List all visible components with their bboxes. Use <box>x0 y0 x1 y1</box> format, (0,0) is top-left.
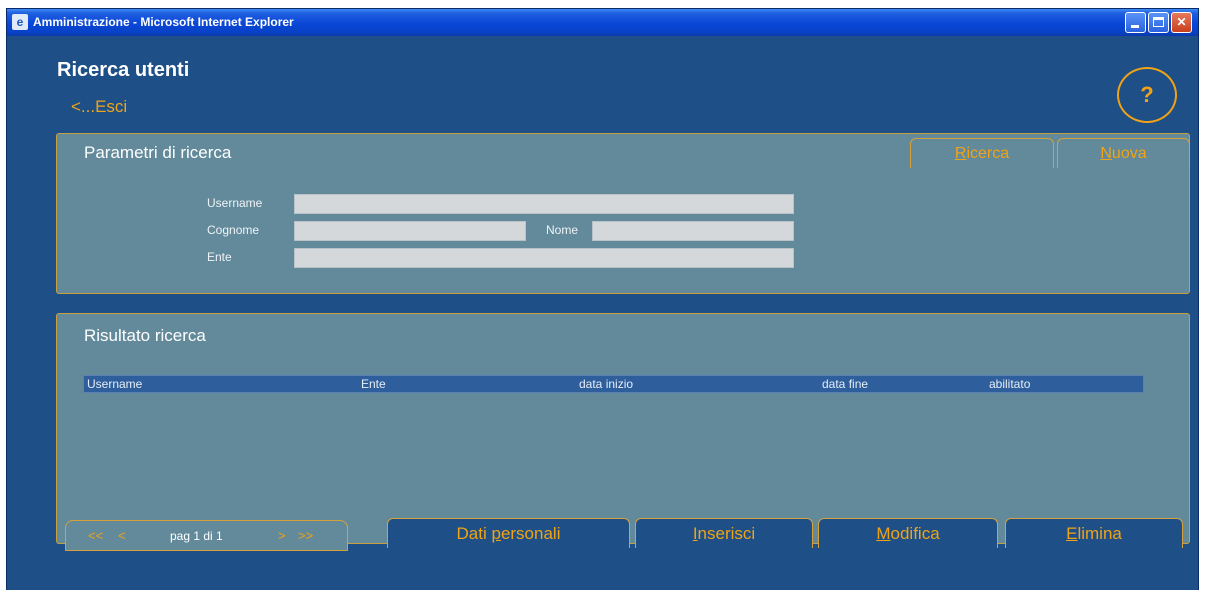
help-icon: ? <box>1140 82 1154 107</box>
bottom-area <box>7 549 1198 590</box>
new-tab-accesskey: N <box>1100 145 1112 162</box>
minimize-icon <box>1131 25 1139 28</box>
browser-window: e Amministrazione - Microsoft Internet E… <box>6 8 1199 590</box>
edit-accesskey: M <box>876 524 891 543</box>
search-tab[interactable]: Ricerca <box>910 138 1054 168</box>
minimize-button[interactable] <box>1125 12 1146 33</box>
search-tab-label: icerca <box>966 145 1010 162</box>
search-parameters-title: Parametri di ricerca <box>84 143 232 162</box>
nome-label: Nome <box>546 223 579 237</box>
edit-button[interactable]: Modifica <box>818 518 998 548</box>
edit-label: odifica <box>890 524 940 543</box>
maximize-icon <box>1153 17 1164 27</box>
username-input[interactable] <box>294 194 794 214</box>
previous-page-button[interactable]: < <box>118 521 126 551</box>
column-header-data-inizio[interactable]: data inizio <box>579 377 633 391</box>
delete-accesskey: E <box>1066 524 1078 543</box>
personal-data-label-a: Dati <box>456 524 492 543</box>
column-header-username[interactable]: Username <box>87 377 142 391</box>
column-header-data-fine[interactable]: data fine <box>822 377 868 391</box>
cognome-input[interactable] <box>294 221 526 241</box>
window-title: Amministrazione - Microsoft Internet Exp… <box>33 15 294 29</box>
cognome-label: Cognome <box>207 223 260 237</box>
search-results-panel: Risultato ricerca Username Ente data ini… <box>56 313 1190 544</box>
next-page-button[interactable]: > <box>278 521 286 551</box>
page-indicator: pag 1 di 1 <box>170 529 223 543</box>
page-title: Ricerca utenti <box>57 59 190 81</box>
help-button[interactable]: ? <box>1117 67 1177 123</box>
delete-label: limina <box>1077 524 1122 543</box>
nome-input[interactable] <box>592 221 794 241</box>
maximize-button[interactable] <box>1148 12 1169 33</box>
ente-label: Ente <box>207 250 232 264</box>
delete-button[interactable]: Elimina <box>1005 518 1183 548</box>
personal-data-accesskey: p <box>491 524 501 543</box>
close-button[interactable]: ✕ <box>1171 12 1192 33</box>
insert-label: nserisci <box>697 524 756 543</box>
personal-data-label-b: ersonali <box>500 524 561 543</box>
results-table-header: Username Ente data inizio data fine abil… <box>83 375 1144 393</box>
personal-data-button[interactable]: Dati personali <box>387 518 630 548</box>
insert-button[interactable]: Inserisci <box>635 518 813 548</box>
column-header-abilitato[interactable]: abilitato <box>989 377 1030 391</box>
close-icon: ✕ <box>1176 15 1187 29</box>
pagination-bar: << < pag 1 di 1 > >> <box>65 520 348 551</box>
first-page-button[interactable]: << <box>88 521 103 551</box>
internet-explorer-icon: e <box>12 14 28 30</box>
username-label: Username <box>207 196 263 210</box>
last-page-button[interactable]: >> <box>298 521 313 551</box>
exit-link[interactable]: <...Esci <box>71 97 127 117</box>
search-results-title: Risultato ricerca <box>84 326 206 345</box>
search-parameters-panel: Parametri di ricerca Ricerca Nuova Usern… <box>56 133 1190 294</box>
window-titlebar: e Amministrazione - Microsoft Internet E… <box>7 9 1198 36</box>
search-tab-accesskey: R <box>954 145 967 162</box>
column-header-ente[interactable]: Ente <box>361 377 386 391</box>
new-tab-label: uova <box>1111 145 1147 162</box>
ente-input[interactable] <box>294 248 794 268</box>
new-tab[interactable]: Nuova <box>1057 138 1190 168</box>
